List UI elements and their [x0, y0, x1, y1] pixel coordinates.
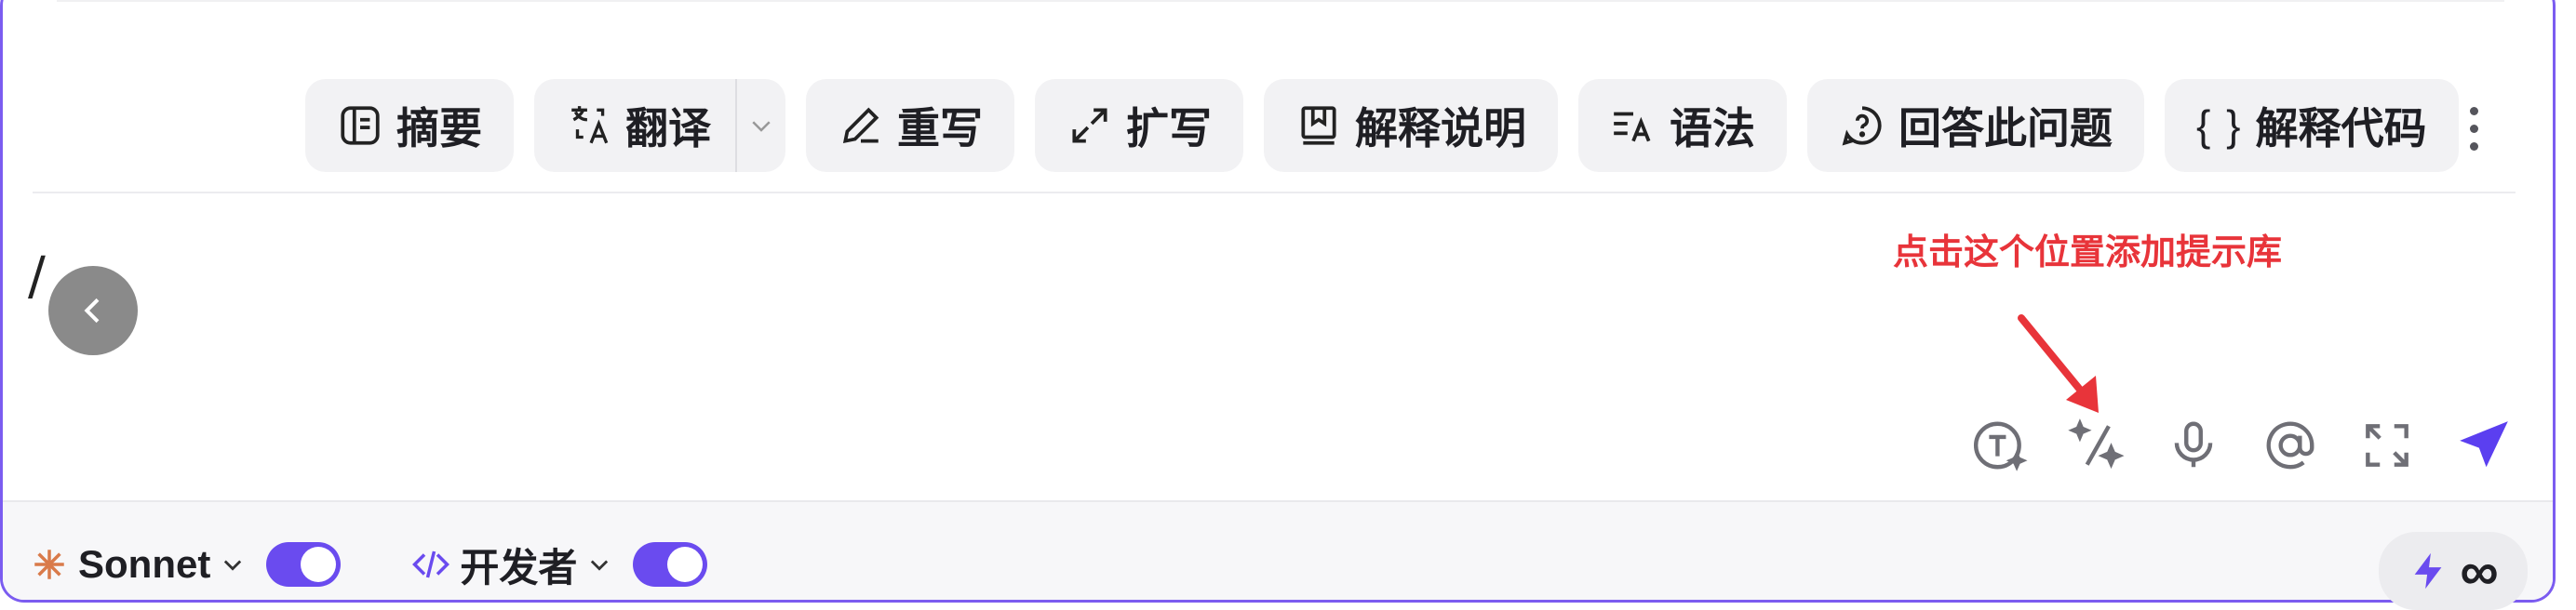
translate-icon [571, 106, 609, 144]
explain-button[interactable]: 解释说明 [1264, 79, 1558, 172]
credits-badge[interactable]: ∞ [2379, 532, 2528, 610]
chevron-left-icon [84, 298, 100, 324]
send-icon[interactable] [2455, 417, 2513, 474]
model-name: Sonnet [78, 542, 211, 586]
toolbar-divider [33, 192, 2516, 193]
input-text[interactable]: / [28, 246, 46, 307]
expand-arrows-icon [1072, 108, 1107, 143]
input-actions [1971, 417, 2513, 474]
code-icon [412, 550, 450, 578]
pencil-icon [842, 107, 879, 144]
annotation-text: 点击这个位置添加提示库 [1893, 233, 2283, 272]
mode-selector[interactable]: 开发者 [411, 537, 612, 593]
answer-question-label: 回答此问题 [1898, 104, 2113, 152]
expand-button[interactable]: 扩写 [1035, 79, 1243, 172]
summary-icon [341, 106, 380, 145]
dot [2469, 141, 2478, 151]
rewrite-button[interactable]: 重写 [806, 79, 1014, 172]
top-divider [57, 0, 2504, 2]
annotation-arrow-icon [2018, 314, 2099, 413]
sparkle-logo-icon [34, 550, 64, 579]
dot [2469, 106, 2478, 115]
translate-label: 翻译 [625, 104, 711, 152]
rewrite-label: 重写 [897, 104, 983, 152]
explain-code-button[interactable]: { } 解释代码 [2165, 79, 2459, 172]
grammar-label: 语法 [1670, 104, 1755, 152]
mode-toggle[interactable] [633, 542, 708, 587]
answer-question-button[interactable]: 回答此问题 [1807, 79, 2144, 172]
credits-value: ∞ [2460, 540, 2499, 602]
grammar-icon [1614, 112, 1651, 142]
microphone-icon[interactable] [2165, 417, 2222, 474]
explain-label: 解释说明 [1355, 104, 1526, 152]
prompt-library-icon[interactable] [2068, 417, 2126, 474]
translate-button[interactable]: 翻译 [534, 79, 785, 172]
bolt-icon [2414, 552, 2442, 590]
bottom-controls: Sonnet 开发者 [30, 523, 708, 606]
fullscreen-icon[interactable] [2358, 417, 2416, 474]
model-selector[interactable]: Sonnet [30, 542, 246, 587]
question-circle-icon [1842, 106, 1882, 146]
quick-actions-toolbar: 摘要 翻译 重写 扩写 解释说明 语法 回答此问题 { } 解释代码 [305, 79, 2459, 172]
chevron-down-icon [224, 560, 242, 571]
text-tool-icon[interactable] [1971, 417, 2029, 474]
grammar-button[interactable]: 语法 [1578, 79, 1787, 172]
braces-icon: { } [2196, 101, 2243, 150]
explain-code-label: 解释代码 [2255, 104, 2427, 152]
chevron-down-icon [752, 121, 771, 132]
summary-button[interactable]: 摘要 [305, 79, 514, 172]
collapse-button[interactable] [48, 266, 138, 355]
summary-label: 摘要 [396, 104, 482, 152]
expand-label: 扩写 [1126, 104, 1212, 152]
more-options-button[interactable] [2455, 82, 2492, 175]
book-icon [1301, 106, 1336, 145]
model-toggle[interactable] [266, 542, 342, 587]
mention-icon[interactable] [2261, 417, 2319, 474]
translate-dropdown[interactable] [735, 79, 785, 172]
dot [2469, 124, 2478, 133]
chevron-down-icon [591, 560, 609, 571]
mode-name: 开发者 [460, 545, 578, 590]
